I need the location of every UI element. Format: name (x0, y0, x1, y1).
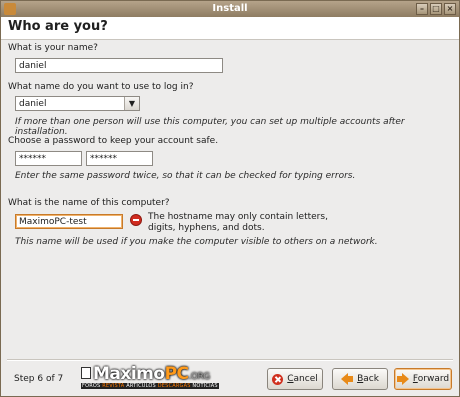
watermark-tagline: FOROS REVISTA ARTICULOS DESCARGAS NOTICI… (81, 383, 219, 389)
window-controls: – □ × (416, 3, 456, 15)
password-hint: Enter the same password twice, so that i… (15, 171, 356, 181)
hostname-label: What is the name of this computer? (8, 198, 170, 208)
watermark-logo: MaximoPC.ORG (93, 364, 210, 384)
back-button[interactable]: Back (332, 368, 388, 390)
page-title: Who are you? (8, 19, 108, 34)
hostname-warning: The hostname may only contain letters, d… (148, 212, 328, 233)
window-menu-icon[interactable] (4, 3, 16, 15)
logo-icon (81, 367, 91, 379)
minimize-icon[interactable]: – (416, 3, 428, 15)
forward-arrow-icon (396, 373, 409, 385)
maximopc-watermark: MaximoPC.ORG FOROS REVISTA ARTICULOS DES… (79, 362, 239, 392)
login-combo[interactable]: daniel ▼ (15, 96, 140, 111)
forward-button[interactable]: Forward (394, 368, 452, 390)
title-bar[interactable]: Install – □ × (1, 1, 459, 17)
hostname-hint: This name will be used if you make the c… (15, 237, 378, 247)
cancel-label: Cancel (287, 374, 318, 384)
back-arrow-icon (341, 373, 354, 385)
password-label: Choose a password to keep your account s… (8, 136, 219, 146)
login-hint: If more than one person will use this co… (15, 117, 405, 137)
login-value: daniel (19, 99, 47, 109)
login-label: What name do you want to use to log in? (8, 82, 194, 92)
password-field[interactable]: ****** (15, 151, 82, 166)
cancel-icon (272, 373, 284, 385)
maximize-icon[interactable]: □ (430, 3, 442, 15)
name-input[interactable]: daniel (15, 58, 223, 73)
footer-separator (7, 359, 453, 361)
back-label: Back (357, 374, 379, 384)
name-label: What is your name? (8, 43, 98, 53)
password-confirm-field[interactable]: ****** (86, 151, 153, 166)
page-header: Who are you? (1, 17, 459, 40)
forward-label: Forward (412, 374, 450, 384)
window-title: Install (212, 3, 248, 14)
cancel-button[interactable]: Cancel (267, 368, 323, 390)
error-icon (130, 214, 142, 226)
close-icon[interactable]: × (444, 3, 456, 15)
step-indicator: Step 6 of 7 (14, 374, 64, 384)
hostname-input[interactable]: MaximoPC-test (15, 214, 123, 229)
chevron-down-icon[interactable]: ▼ (124, 97, 139, 110)
installer-window: Install – □ × Who are you? What is your … (0, 0, 460, 397)
